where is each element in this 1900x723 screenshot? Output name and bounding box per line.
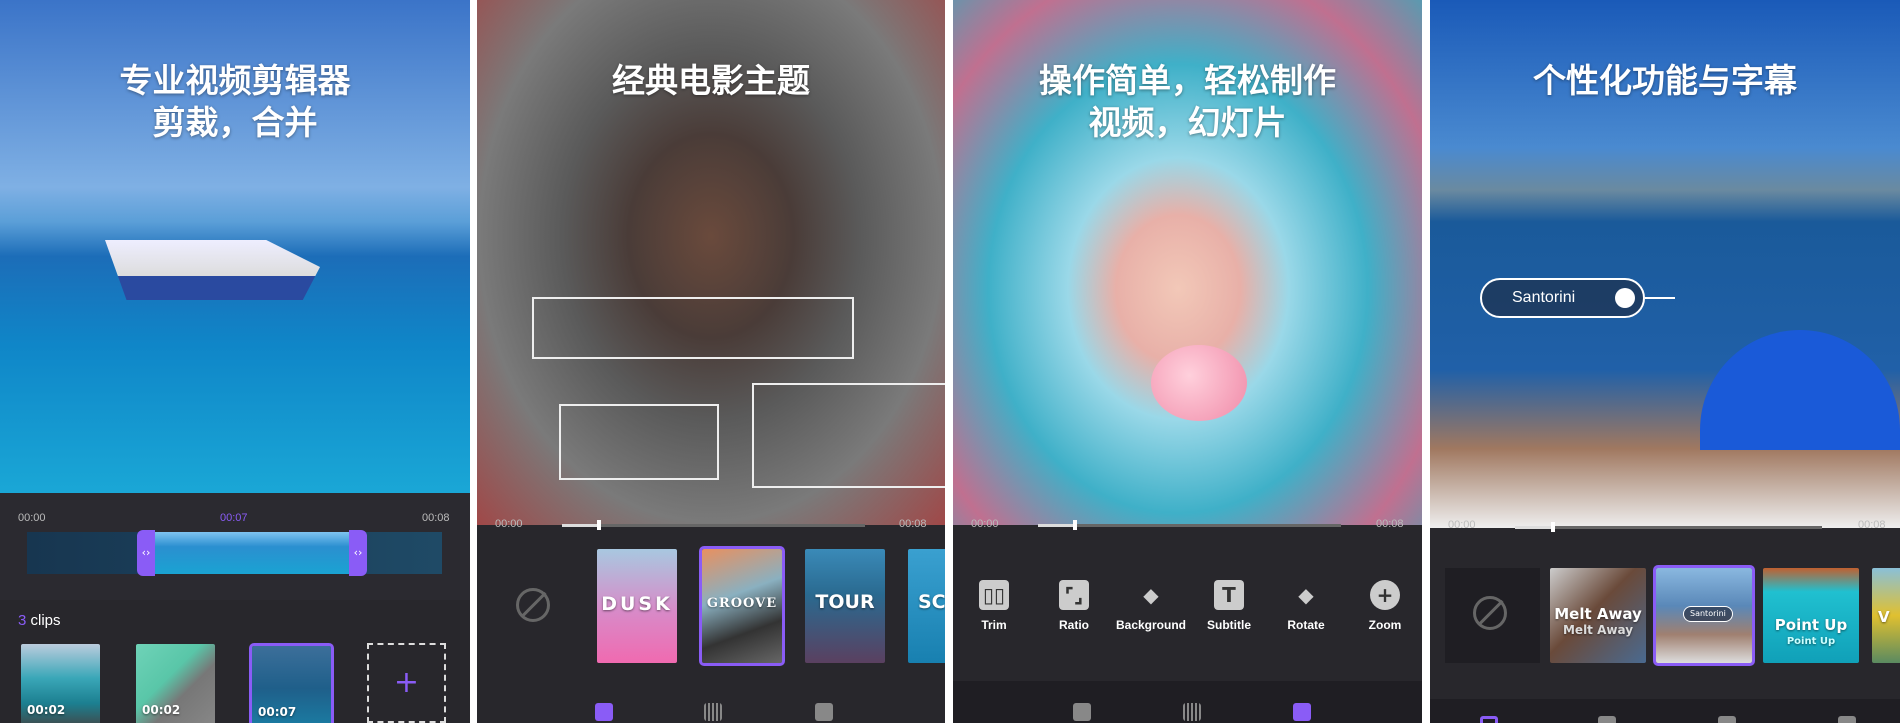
theme-dusk[interactable]: DUSK xyxy=(597,549,677,663)
style-v[interactable]: V xyxy=(1872,568,1900,663)
location-label: Santorini xyxy=(1512,289,1576,306)
clip-thumbnail[interactable]: 00:02 xyxy=(21,644,100,723)
headline-line-1: 个性化功能与字幕 xyxy=(1533,61,1797,100)
no-style-icon xyxy=(1473,596,1507,630)
time-current: 00:07 xyxy=(220,512,248,524)
theme-icon[interactable] xyxy=(595,703,613,721)
rotate-tool-button[interactable]: ◆ Rotate xyxy=(1266,580,1346,632)
ratio-tool-button[interactable]: ⌜⌟ Ratio xyxy=(1034,580,1114,632)
time-end: 00:08 xyxy=(1376,518,1404,530)
add-clip-button[interactable]: + xyxy=(367,643,446,723)
tool-label: Subtitle xyxy=(1207,618,1251,632)
panel-themes: 经典电影主题 00:00 00:08 DUSK GROOVE TOUR SCE xyxy=(477,0,945,723)
adjust-icon[interactable] xyxy=(1293,703,1311,721)
theme-label: GROOVE xyxy=(706,596,778,611)
style-sub: Point Up xyxy=(1786,636,1836,647)
tool-label: Ratio xyxy=(1059,618,1089,632)
style-melt-away[interactable]: Melt Away Melt Away xyxy=(1550,568,1646,663)
theme-sce[interactable]: SCE xyxy=(908,549,945,663)
clip-duration: 00:07 xyxy=(258,705,297,719)
time-end: 00:08 xyxy=(1858,519,1886,531)
background-tool-button[interactable]: ◆ Background xyxy=(1111,580,1191,632)
theme-tour[interactable]: TOUR xyxy=(805,549,885,663)
rotate-icon: ◆ xyxy=(1298,583,1314,607)
frame-overlay xyxy=(532,297,854,359)
no-theme-icon[interactable] xyxy=(516,588,550,622)
zoom-in-icon: + xyxy=(1370,580,1400,610)
progress-slider[interactable] xyxy=(1038,520,1341,530)
time-start: 00:00 xyxy=(971,518,999,530)
style-sub: Melt Away xyxy=(1562,623,1634,637)
trim-handle-right[interactable]: ‹› xyxy=(349,530,367,576)
slider-knob[interactable] xyxy=(597,520,601,530)
time-start: 00:00 xyxy=(495,518,523,530)
tag-connector xyxy=(1645,297,1675,299)
style-santorini[interactable]: Santorini xyxy=(1653,565,1755,666)
style-tag: Santorini xyxy=(1683,606,1733,622)
zoom-tool-button[interactable]: + Zoom xyxy=(1345,580,1422,632)
tool-label: Trim xyxy=(981,618,1007,632)
theme-groove[interactable]: GROOVE xyxy=(699,546,785,666)
bubble xyxy=(1151,345,1247,421)
style-title: Melt Away xyxy=(1554,605,1642,623)
clip-duration: 00:02 xyxy=(27,703,66,717)
progress-slider[interactable] xyxy=(1515,522,1822,532)
clips-header: 3 clips xyxy=(18,612,61,629)
time-end: 00:08 xyxy=(899,518,927,530)
music-icon[interactable] xyxy=(704,703,722,721)
headline-line-2: 视频，幻灯片 xyxy=(1088,103,1287,142)
panel-subtitles: 个性化功能与字幕 Santorini 00:00 00:08 Melt Away… xyxy=(1430,0,1900,723)
theme-label: TOUR xyxy=(815,591,875,613)
clip-duration: 00:02 xyxy=(142,703,181,717)
paint-bucket-icon: ◆ xyxy=(1143,583,1159,607)
theme-icon[interactable] xyxy=(1073,703,1091,721)
location-tag[interactable]: Santorini xyxy=(1480,278,1645,318)
trim-tool-button[interactable]: ▯▯ Trim xyxy=(954,580,1034,632)
style-title: V xyxy=(1878,608,1890,626)
more-tab-icon[interactable] xyxy=(1838,716,1856,723)
time-start: 00:00 xyxy=(1448,519,1476,531)
panel-trim-merge: 专业视频剪辑器 剪裁，合并 00:00 00:07 00:08 ‹› ‹› 3 … xyxy=(0,0,470,723)
time-end: 00:08 xyxy=(422,512,450,524)
theme-label: DUSK xyxy=(601,593,673,615)
text-icon: T xyxy=(1214,580,1244,610)
slider-knob[interactable] xyxy=(1551,522,1555,532)
headline-line-1: 操作简单，轻松制作 xyxy=(1039,61,1336,100)
headline-line-1: 专业视频剪辑器 xyxy=(119,61,351,100)
trim-icon: ▯▯ xyxy=(979,580,1009,610)
style-point-up[interactable]: Point Up Point Up xyxy=(1763,568,1859,663)
clips-label: clips xyxy=(30,612,61,629)
slider-knob[interactable] xyxy=(1073,520,1077,530)
frame-overlay xyxy=(752,383,945,488)
music-icon[interactable] xyxy=(1183,703,1201,721)
progress-slider[interactable] xyxy=(562,520,865,530)
filmstrip-selected xyxy=(155,532,350,574)
clip-thumbnail-selected[interactable]: 00:07 xyxy=(249,643,334,723)
no-style-button[interactable] xyxy=(1445,568,1540,663)
location-pin-icon xyxy=(1615,288,1635,308)
clips-count: 3 xyxy=(18,612,27,629)
panel-tools: 操作简单，轻松制作 视频，幻灯片 00:00 00:08 ▯▯ Trim ⌜⌟ Ra… xyxy=(953,0,1422,723)
tool-label: Background xyxy=(1115,618,1186,632)
sticker-tab-icon[interactable] xyxy=(1718,716,1736,723)
ratio-icon: ⌜⌟ xyxy=(1059,580,1089,610)
subtitle-tool-button[interactable]: T Subtitle xyxy=(1189,580,1269,632)
headline-line-2: 剪裁，合并 xyxy=(152,103,318,142)
time-start: 00:00 xyxy=(18,512,46,524)
trim-handle-left[interactable]: ‹› xyxy=(137,530,155,576)
clip-thumbnail[interactable]: 00:02 xyxy=(136,644,215,723)
tool-label: Rotate xyxy=(1287,618,1325,632)
headline-line-1: 经典电影主题 xyxy=(612,61,810,100)
tool-label: Zoom xyxy=(1368,618,1402,632)
frame-overlay xyxy=(559,404,719,480)
style-title: Point Up xyxy=(1774,616,1848,634)
adjust-icon[interactable] xyxy=(815,703,833,721)
subtitle-tab-icon[interactable] xyxy=(1598,716,1616,723)
style-tab-icon[interactable] xyxy=(1480,716,1498,723)
theme-label: SCE xyxy=(918,591,945,613)
bottom-nav xyxy=(1430,699,1900,723)
plus-icon: + xyxy=(393,665,420,700)
